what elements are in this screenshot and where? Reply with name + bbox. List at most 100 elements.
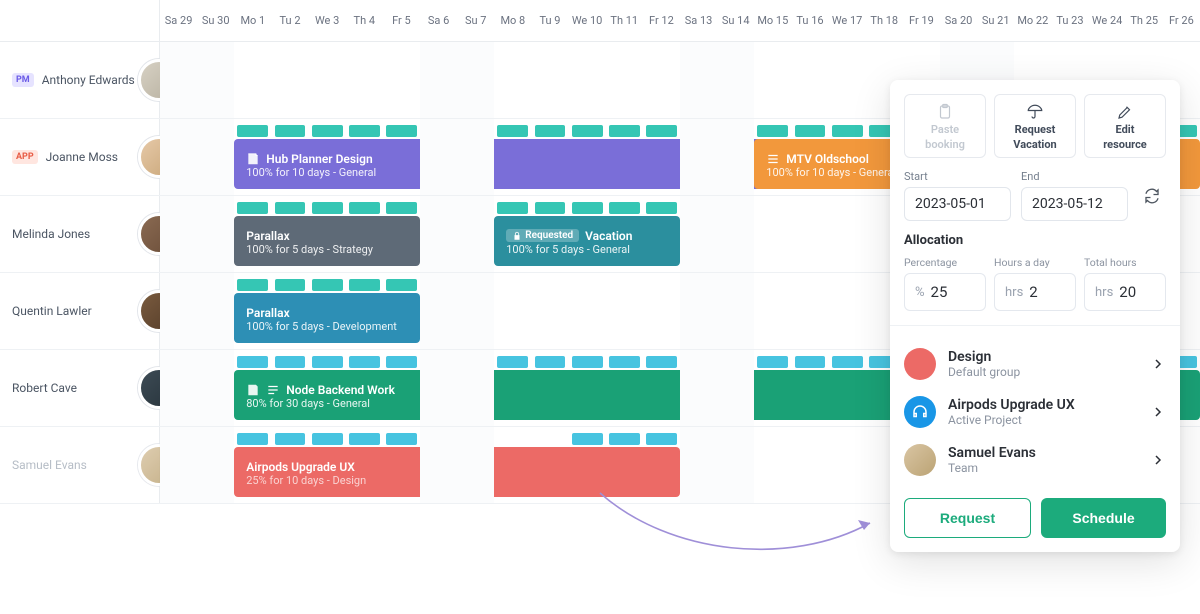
item-title: Samuel Evans	[948, 445, 1138, 461]
color-dot	[904, 348, 936, 380]
day-header[interactable]: Su 21	[977, 0, 1014, 41]
request-vacation-action[interactable]: Request Vacation	[994, 94, 1076, 158]
booking-title: Parallax	[246, 306, 289, 320]
request-button[interactable]: Request	[904, 498, 1031, 538]
booking-title: Node Backend Work	[286, 383, 395, 397]
day-header[interactable]: Tu 23	[1051, 0, 1088, 41]
day-header[interactable]: Su 30	[197, 0, 234, 41]
day-header[interactable]: We 3	[309, 0, 346, 41]
note-icon	[246, 152, 260, 166]
role-badge: PM	[12, 73, 34, 87]
end-input[interactable]: 2023-05-12	[1021, 187, 1128, 221]
person-item-samuel[interactable]: Samuel Evans Team	[904, 436, 1166, 484]
end-label: End	[1021, 170, 1128, 183]
day-header[interactable]: Th 11	[606, 0, 643, 41]
day-header[interactable]: We 10	[569, 0, 606, 41]
day-header[interactable]: Mo 22	[1014, 0, 1051, 41]
day-header[interactable]: We 24	[1089, 0, 1126, 41]
booking-title: Hub Planner Design	[266, 152, 372, 166]
booking-parallax-strategy[interactable]: Parallax 100% for 5 days - Strategy	[234, 216, 420, 266]
resource-meta[interactable]: PM Anthony Edwards	[0, 42, 160, 118]
booking-panel: Paste booking Request Vacation Edit reso…	[890, 80, 1180, 552]
item-sub: Team	[948, 461, 1138, 475]
paste-icon	[936, 103, 954, 121]
total-hours-input[interactable]: hrs 20	[1084, 273, 1166, 311]
group-item-design[interactable]: Design Default group	[904, 340, 1166, 388]
chevron-right-icon	[1150, 404, 1166, 420]
day-header[interactable]: Sa 6	[420, 0, 457, 41]
percentage-label: Percentage	[904, 256, 986, 269]
day-header[interactable]: Tu 16	[791, 0, 828, 41]
booking-parallax-dev[interactable]: Parallax 100% for 5 days - Development	[234, 293, 420, 343]
sync-icon	[1143, 187, 1161, 205]
paste-booking-action[interactable]: Paste booking	[904, 94, 986, 158]
resource-meta[interactable]: Melinda Jones	[0, 196, 160, 272]
resource-name: Robert Cave	[12, 381, 77, 395]
calendar-app: Sa 29Su 30Mo 1Tu 2We 3Th 4Fr 5Sa 6Su 7Mo…	[0, 0, 1200, 614]
day-header[interactable]: Su 7	[457, 0, 494, 41]
resource-meta[interactable]: APP Joanne Moss	[0, 119, 160, 195]
schedule-button[interactable]: Schedule	[1041, 498, 1166, 538]
day-header[interactable]: Fr 5	[383, 0, 420, 41]
booking-title: Vacation	[585, 229, 632, 243]
day-header[interactable]: Mo 15	[754, 0, 791, 41]
day-header[interactable]: Th 4	[346, 0, 383, 41]
edit-resource-action[interactable]: Edit resource	[1084, 94, 1166, 158]
list-icon	[766, 152, 780, 166]
day-header[interactable]: Sa 29	[160, 0, 197, 41]
days-row: Sa 29Su 30Mo 1Tu 2We 3Th 4Fr 5Sa 6Su 7Mo…	[160, 0, 1200, 41]
day-header[interactable]: Mo 8	[494, 0, 531, 41]
item-sub: Default group	[948, 365, 1138, 379]
booking-vacation[interactable]: Requested Vacation 100% for 5 days - Gen…	[494, 216, 680, 266]
chevron-right-icon	[1150, 356, 1166, 372]
item-sub: Active Project	[948, 413, 1138, 427]
resource-name: Joanne Moss	[46, 150, 118, 164]
booking-title: Airpods Upgrade UX	[246, 460, 355, 474]
timeline-header: Sa 29Su 30Mo 1Tu 2We 3Th 4Fr 5Sa 6Su 7Mo…	[0, 0, 1200, 42]
item-title: Airpods Upgrade UX	[948, 397, 1138, 413]
booking-sub: 100% for 5 days - Strategy	[246, 243, 410, 256]
note-icon	[246, 383, 260, 397]
date-range: Start 2023-05-01 End 2023-05-12	[904, 170, 1166, 221]
day-header[interactable]: Mo 1	[234, 0, 271, 41]
lock-icon	[512, 231, 522, 241]
start-input[interactable]: 2023-05-01	[904, 187, 1011, 221]
pencil-icon	[1116, 103, 1134, 121]
percentage-input[interactable]: % 25	[904, 273, 986, 311]
day-header[interactable]: Fr 12	[643, 0, 680, 41]
day-header[interactable]: Sa 20	[940, 0, 977, 41]
booking-title: Parallax	[246, 229, 289, 243]
allocation-row: Percentage % 25 Hours a day hrs 2 Total …	[904, 256, 1166, 311]
start-label: Start	[904, 170, 1011, 183]
day-header[interactable]: Su 14	[717, 0, 754, 41]
day-header[interactable]: Th 18	[866, 0, 903, 41]
divider	[890, 325, 1180, 326]
requested-tag: Requested	[506, 229, 579, 242]
panel-buttons: Request Schedule	[904, 498, 1166, 538]
swap-dates-button[interactable]	[1138, 182, 1166, 210]
resource-name: Anthony Edwards	[42, 73, 135, 87]
day-header[interactable]: Th 25	[1126, 0, 1163, 41]
hours-day-input[interactable]: hrs 2	[994, 273, 1076, 311]
headphones-icon	[904, 396, 936, 428]
resource-meta[interactable]: Quentin Lawler	[0, 273, 160, 349]
resource-meta[interactable]: Samuel Evans	[0, 427, 160, 503]
chevron-right-icon	[1150, 452, 1166, 468]
day-header[interactable]: Tu 9	[531, 0, 568, 41]
project-item-airpods[interactable]: Airpods Upgrade UX Active Project	[904, 388, 1166, 436]
day-header[interactable]: Tu 2	[271, 0, 308, 41]
day-header[interactable]: Sa 13	[680, 0, 717, 41]
umbrella-icon	[1026, 103, 1044, 121]
day-header[interactable]: Fr 26	[1163, 0, 1200, 41]
list-icon	[266, 383, 280, 397]
panel-actions: Paste booking Request Vacation Edit reso…	[904, 94, 1166, 158]
day-header[interactable]: Fr 19	[903, 0, 940, 41]
allocation-label: Allocation	[904, 233, 1166, 248]
day-header[interactable]: We 17	[829, 0, 866, 41]
name-col-header	[0, 0, 160, 41]
item-title: Design	[948, 349, 1138, 365]
hours-day-label: Hours a day	[994, 256, 1076, 269]
booking-sub: 100% for 5 days - General	[506, 243, 670, 256]
avatar	[904, 444, 936, 476]
resource-meta[interactable]: Robert Cave	[0, 350, 160, 426]
